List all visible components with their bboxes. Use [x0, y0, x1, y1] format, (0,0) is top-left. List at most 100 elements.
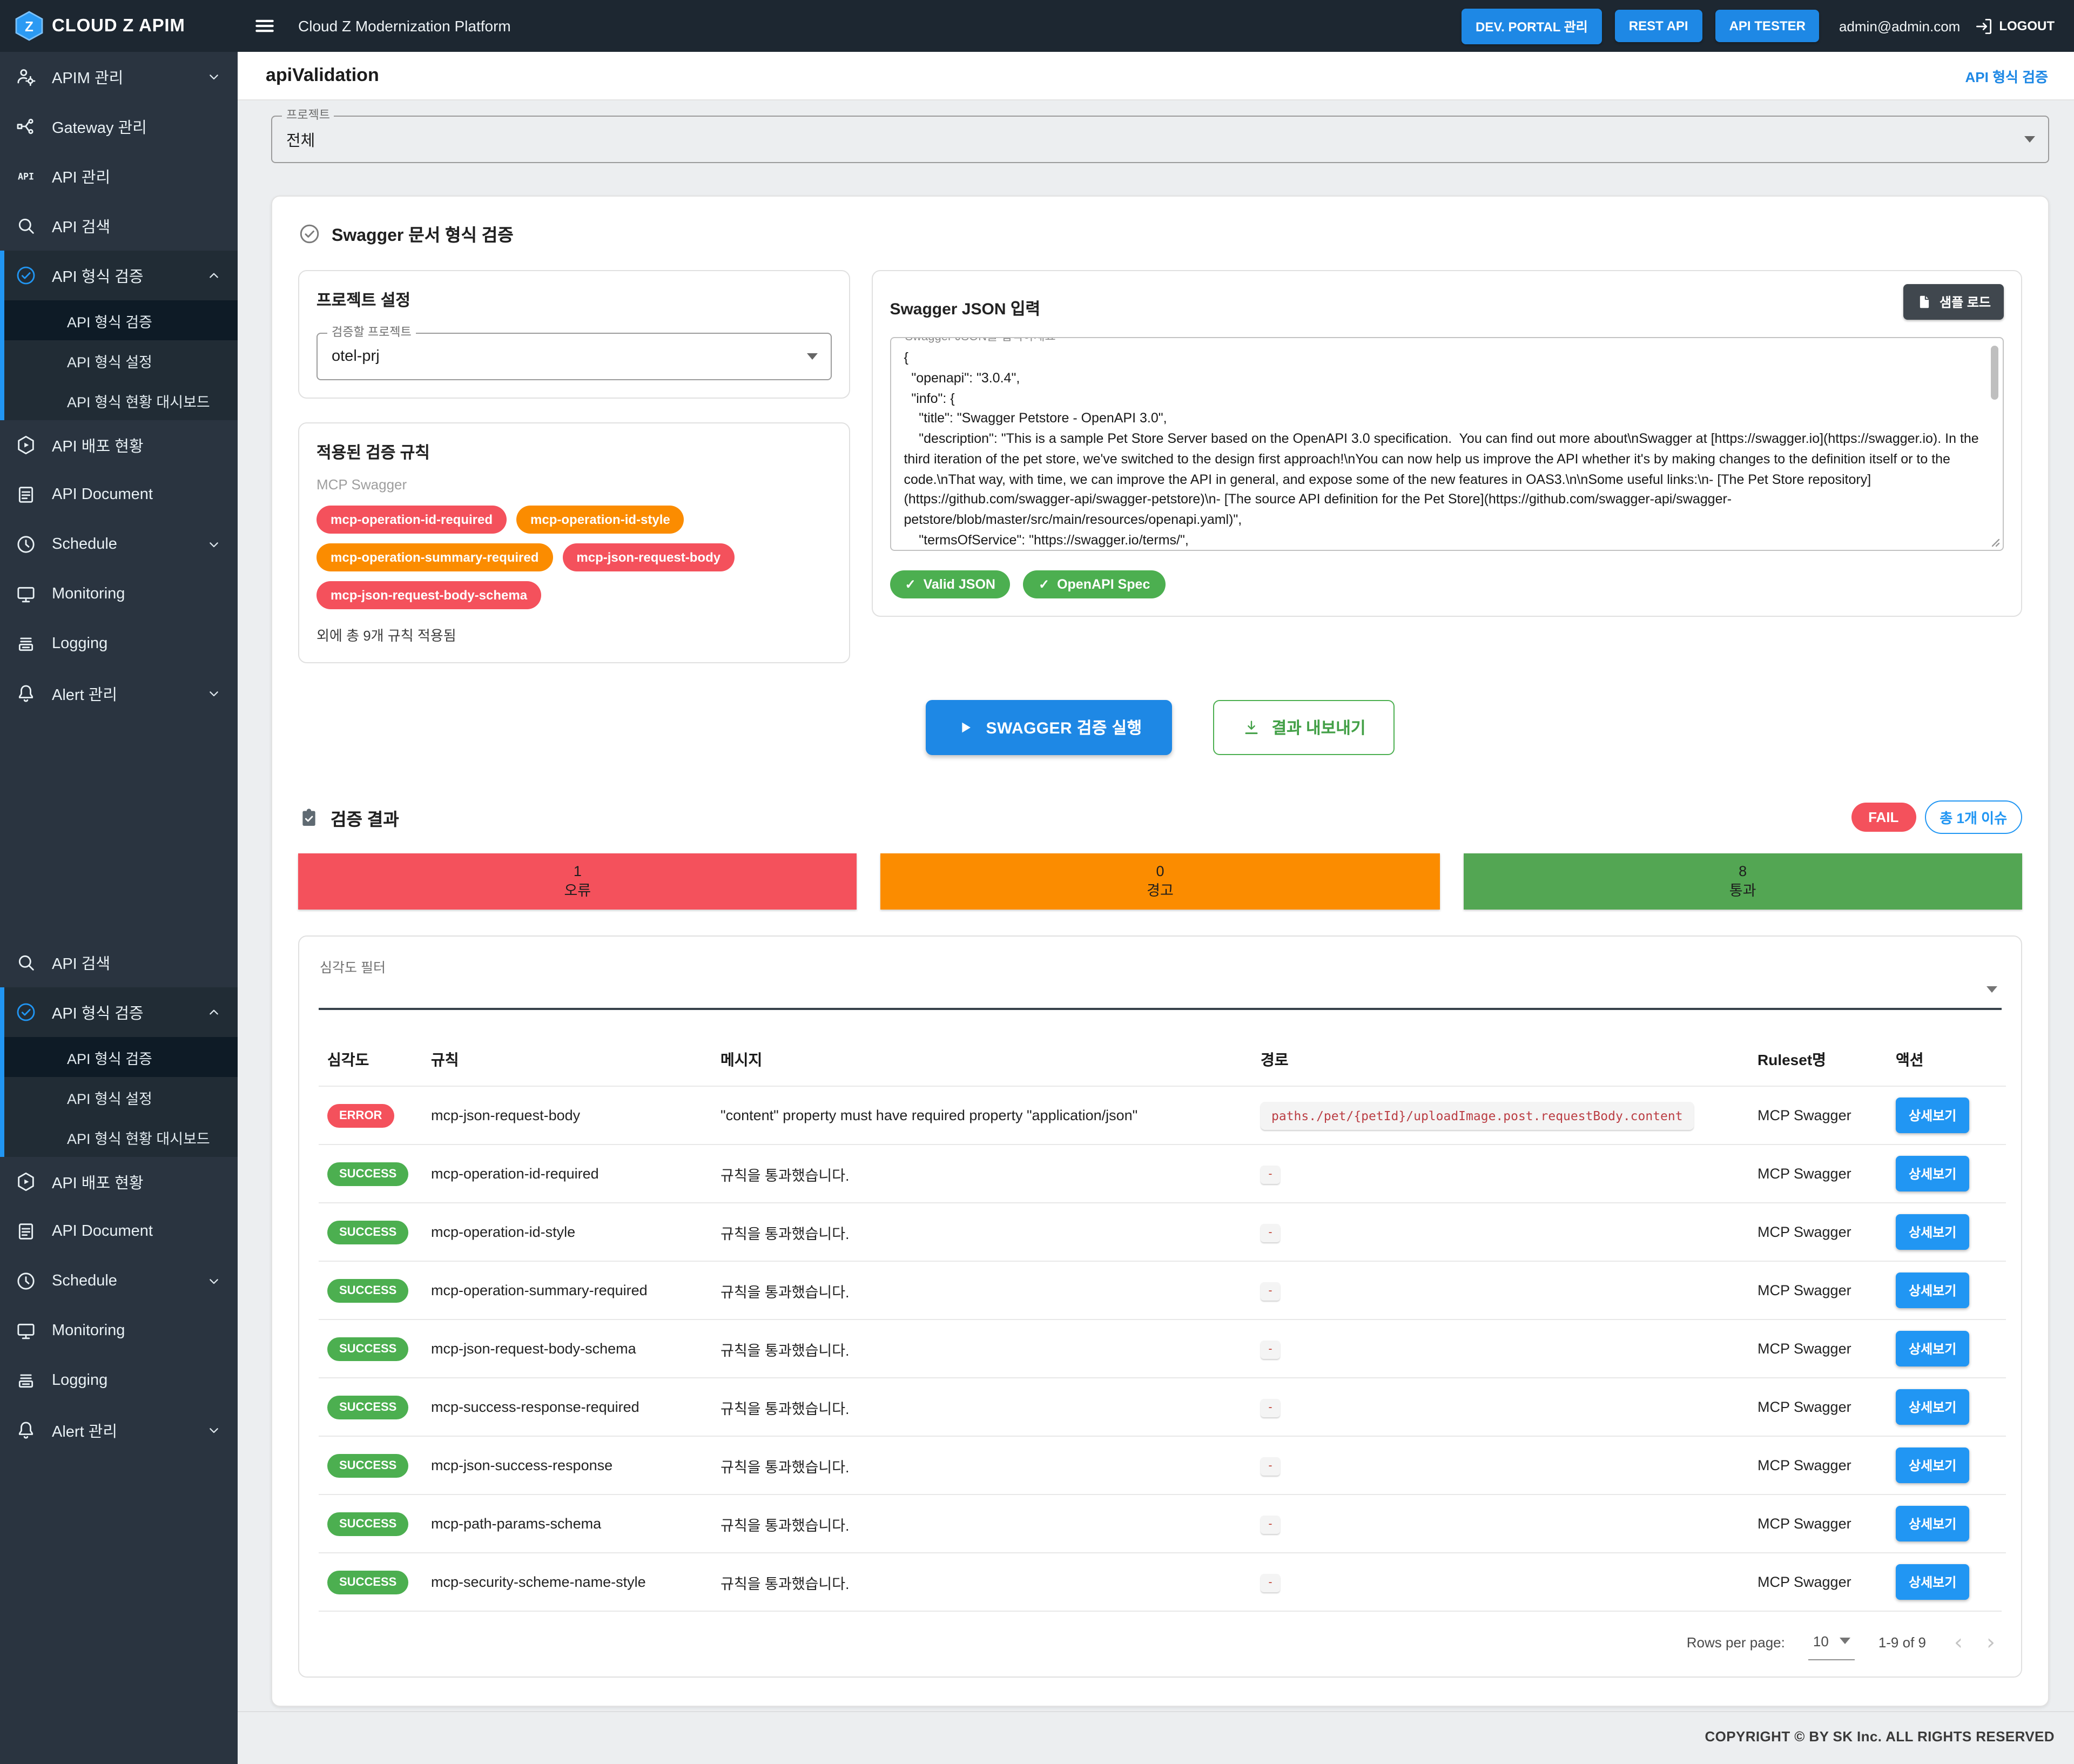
sidebar-item-schedule[interactable]: Schedule — [0, 1256, 238, 1306]
hexagon-play-icon — [15, 1171, 37, 1193]
hexagon-play-icon — [15, 434, 37, 456]
prev-page-button[interactable]: ‹ — [1954, 1631, 1963, 1653]
rule-chip[interactable]: mcp-json-request-body — [562, 543, 735, 571]
logout-button[interactable]: LOGOUT — [1973, 16, 2055, 36]
warning-count: 0 — [1156, 862, 1164, 881]
swagger-json-textarea[interactable]: Swagger JSON을 입력하세요 { "openapi": "3.0.4"… — [890, 337, 2004, 551]
error-count: 1 — [574, 862, 582, 881]
sidebar-item-api-format-validation[interactable]: API 형식 검증 — [4, 251, 238, 300]
play-icon — [956, 718, 974, 737]
sidebar-item-label: API 검색 — [52, 951, 223, 974]
target-project-select[interactable]: 검증할 프로젝트 otel-prj — [317, 333, 831, 380]
severity-filter-select[interactable]: 심각도 필터 — [319, 954, 2002, 1010]
api-tester-button[interactable]: API TESTER — [1715, 10, 1820, 42]
sidebar-item-schedule[interactable]: Schedule — [0, 520, 238, 569]
rule-chip[interactable]: mcp-operation-id-style — [516, 506, 684, 534]
sidebar-item-api-management[interactable]: API 관리 — [0, 151, 238, 201]
message-cell: "content" property must have required pr… — [712, 1086, 1252, 1144]
breadcrumb-link[interactable]: API 형식 검증 — [1965, 65, 2049, 86]
sidebar-subitem-api-format-dashboard[interactable]: API 형식 현황 대시보드 — [4, 1117, 238, 1157]
applied-rules-title: 적용된 검증 규칙 — [317, 441, 831, 463]
sidebar-item-label: API 형식 검증 — [52, 1001, 190, 1024]
sidebar-item-monitoring[interactable]: Monitoring — [0, 1306, 238, 1356]
app-bar-right: DEV. PORTAL 관리 REST API API TESTER admin… — [1462, 8, 2074, 44]
detail-button[interactable]: 상세보기 — [1896, 1564, 1969, 1600]
load-sample-button[interactable]: 샘플 로드 — [1903, 284, 2004, 320]
sidebar-item-api-format-validation[interactable]: API 형식 검증 — [4, 987, 238, 1037]
file-icon — [1916, 294, 1932, 310]
detail-button[interactable]: 상세보기 — [1896, 1389, 1969, 1425]
logo-hexagon-icon: Z — [15, 11, 43, 41]
sidebar-item-api-search[interactable]: API 검색 — [0, 201, 238, 251]
swagger-json-title: Swagger JSON 입력 — [890, 297, 1040, 320]
sidebar-item-alert-management[interactable]: Alert 관리 — [0, 669, 238, 718]
sidebar-subitem-api-format-validation[interactable]: API 형식 검증 — [4, 300, 238, 340]
message-cell: 규칙을 통과했습니다. — [712, 1203, 1252, 1261]
sidebar-item-api-search[interactable]: API 검색 — [0, 938, 238, 987]
next-page-button[interactable]: › — [1987, 1631, 1995, 1653]
app-bar: Z CLOUD Z APIM Cloud Z Modernization Pla… — [0, 0, 2074, 52]
resize-grip-icon[interactable] — [1988, 535, 2001, 548]
pagination: Rows per page: 10 1-9 of 9 ‹ › — [319, 1611, 2002, 1670]
menu-icon[interactable] — [253, 14, 277, 38]
detail-button[interactable]: 상세보기 — [1896, 1447, 1969, 1483]
ruleset-cell: MCP Swagger — [1749, 1319, 1887, 1378]
detail-button[interactable]: 상세보기 — [1896, 1506, 1969, 1541]
sidebar-item-label: API Document — [52, 486, 223, 503]
rest-api-button[interactable]: REST API — [1615, 10, 1702, 42]
run-validation-button[interactable]: SWAGGER 검증 실행 — [926, 700, 1173, 755]
sidebar-item-api-document[interactable]: API Document — [0, 470, 238, 520]
detail-button[interactable]: 상세보기 — [1896, 1098, 1969, 1133]
ruleset-cell: MCP Swagger — [1749, 1261, 1887, 1319]
sidebar-item-logging[interactable]: Logging — [0, 1356, 238, 1405]
sidebar-subitem-api-format-settings[interactable]: API 형식 설정 — [4, 1077, 238, 1117]
sidebar-item-logging[interactable]: Logging — [0, 619, 238, 669]
rule-chip[interactable]: mcp-operation-id-required — [317, 506, 507, 534]
results-table-card: 심각도 필터 심각도 규칙 메시지 경로 — [298, 935, 2022, 1678]
detail-button[interactable]: 상세보기 — [1896, 1272, 1969, 1308]
sidebar-subitem-api-format-settings[interactable]: API 형식 설정 — [4, 340, 238, 380]
detail-button[interactable]: 상세보기 — [1896, 1331, 1969, 1366]
table-row: SUCCESS mcp-success-response-required 규칙… — [319, 1378, 2006, 1436]
sidebar-subitem-api-format-validation[interactable]: API 형식 검증 — [4, 1037, 238, 1077]
swagger-json-box: Swagger JSON 입력 샘플 로드 Swagger JSON을 입력하세… — [871, 270, 2022, 617]
message-cell: 규칙을 통과했습니다. — [712, 1378, 1252, 1436]
sidebar-item-alert-management[interactable]: Alert 관리 — [0, 1405, 238, 1455]
bell-icon — [15, 683, 37, 704]
sidebar-subitem-api-format-dashboard[interactable]: API 형식 현황 대시보드 — [4, 380, 238, 420]
sidebar-item-api-document[interactable]: API Document — [0, 1207, 238, 1256]
project-select[interactable]: 프로젝트 전체 — [271, 116, 2049, 163]
sidebar-item-gateway-management[interactable]: Gateway 관리 — [0, 102, 238, 151]
sidebar-item-apim-management[interactable]: APIM 관리 — [0, 52, 238, 102]
main-area: apiValidation API 형식 검증 프로젝트 전체 Swagger … — [238, 52, 2074, 1764]
chevron-up-icon — [205, 267, 223, 284]
logout-icon — [1973, 16, 1994, 36]
rule-chip[interactable]: mcp-operation-summary-required — [317, 543, 553, 571]
rows-per-page-select[interactable]: 10 — [1813, 1633, 1850, 1651]
message-cell: 규칙을 통과했습니다. — [712, 1436, 1252, 1494]
sidebar-item-api-deployment[interactable]: API 배포 현황 — [0, 1157, 238, 1207]
detail-button[interactable]: 상세보기 — [1896, 1156, 1969, 1191]
table-row: ERROR mcp-json-request-body "content" pr… — [319, 1086, 2006, 1144]
logo[interactable]: Z CLOUD Z APIM — [0, 11, 238, 41]
export-results-button[interactable]: 결과 내보내기 — [1214, 700, 1395, 755]
project-settings-box: 프로젝트 설정 검증할 프로젝트 otel-prj — [298, 270, 850, 399]
textarea-scrollbar[interactable] — [1991, 346, 1998, 400]
results-header: 검증 결과 FAIL 총 1개 이슈 — [298, 800, 2022, 834]
sidebar-gap — [0, 718, 238, 938]
issue-count-badge: 총 1개 이슈 — [1924, 800, 2022, 834]
path-dash: - — [1261, 1515, 1280, 1533]
rule-chip[interactable]: mcp-json-request-body-schema — [317, 581, 541, 609]
logging-icon — [15, 633, 37, 655]
document-icon — [15, 484, 37, 506]
severity-badge: SUCCESS — [327, 1570, 408, 1594]
clock-icon — [15, 1270, 37, 1292]
detail-button[interactable]: 상세보기 — [1896, 1214, 1969, 1250]
message-cell: 규칙을 통과했습니다. — [712, 1144, 1252, 1203]
chevron-down-icon — [205, 685, 223, 702]
swagger-json-content[interactable]: { "openapi": "3.0.4", "info": { "title":… — [891, 338, 2003, 550]
dev-portal-button[interactable]: DEV. PORTAL 관리 — [1462, 8, 1602, 44]
sidebar-item-monitoring[interactable]: Monitoring — [0, 569, 238, 619]
monitor-icon — [15, 1320, 37, 1342]
sidebar-item-api-deployment[interactable]: API 배포 현황 — [0, 420, 238, 470]
